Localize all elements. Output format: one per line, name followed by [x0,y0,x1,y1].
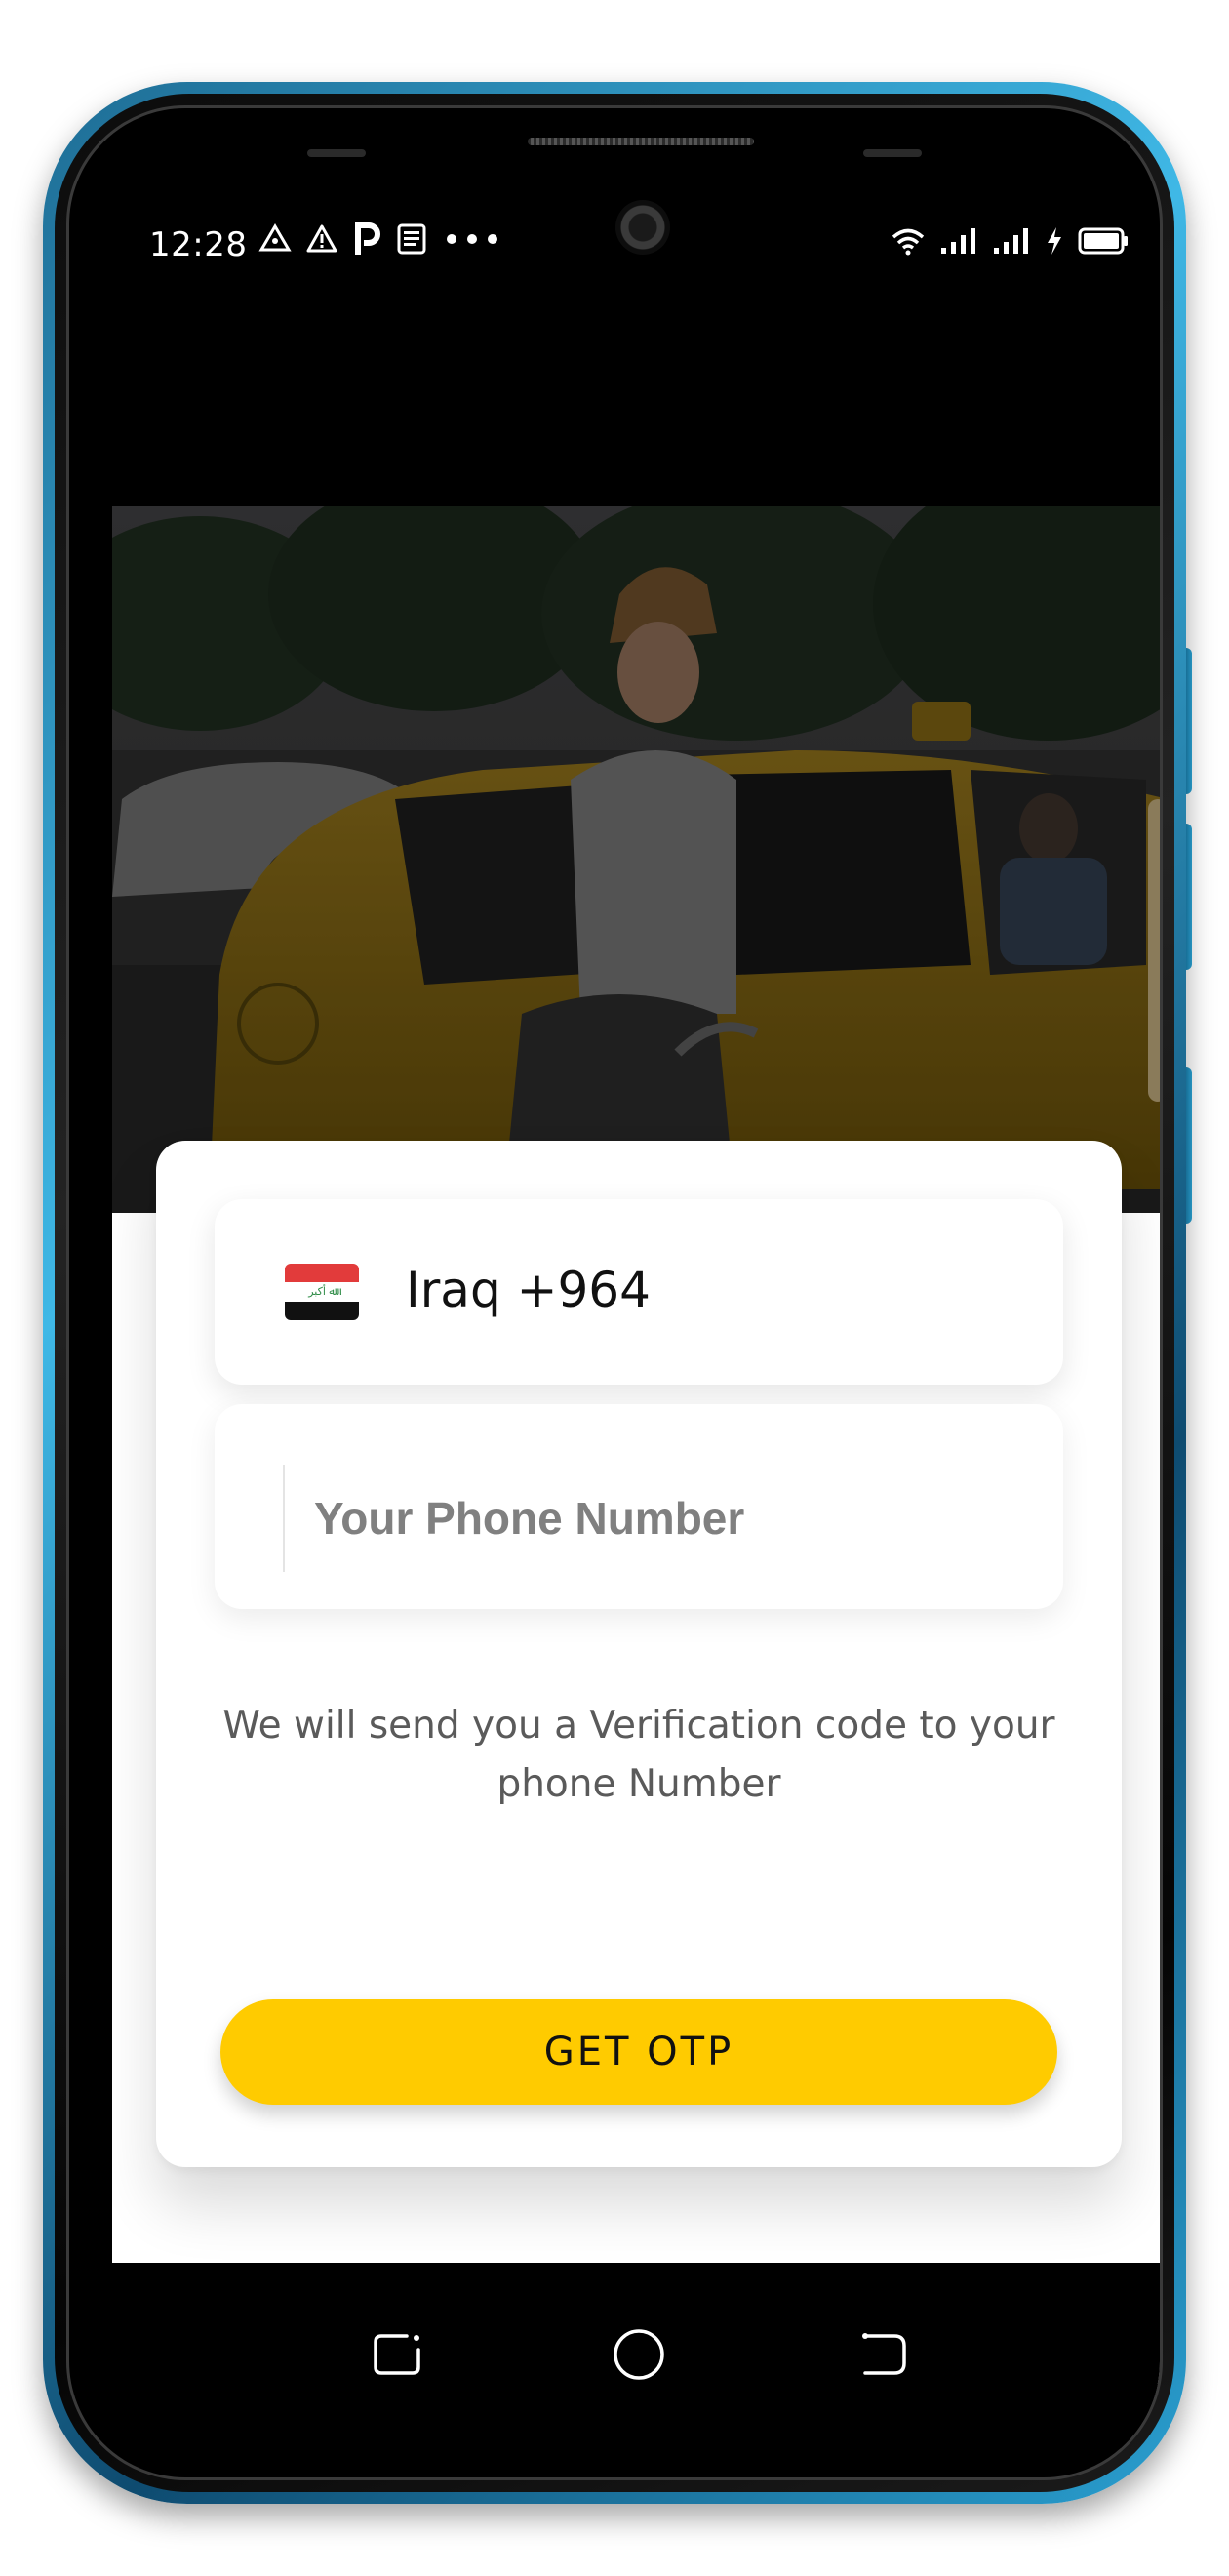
get-otp-button[interactable]: GET OTP [220,1999,1057,2105]
status-time: 12:28 [149,225,248,264]
country-code-label: Iraq +964 [406,1262,651,1318]
verification-info-text: We will send you a Verification code to … [222,1704,1055,1806]
hero-image [112,506,1160,1213]
signal-icon [992,226,1031,256]
phone-number-field [215,1404,1063,1609]
phone-field-divider [283,1465,285,1572]
delta-icon [258,222,292,256]
battery-icon [1078,226,1129,256]
parking-icon [352,221,381,257]
phone-bezel: 12:28 ﷲ أكبر Iraq +964 Your Phone Number… [66,105,1163,2480]
wifi-icon [891,226,926,256]
phone-device: 12:28 ﷲ أكبر Iraq +964 Your Phone Number… [43,82,1192,2504]
recent-apps-icon[interactable] [356,2314,438,2395]
signal-icon [939,226,978,256]
warning-icon [305,222,338,256]
iraq-flag-icon: ﷲ أكبر [285,1264,359,1320]
status-icons-left [258,221,500,257]
back-icon[interactable] [842,2314,924,2395]
charging-icon [1045,225,1064,257]
country-selector[interactable]: ﷲ أكبر Iraq +964 [215,1199,1063,1385]
sensor-left [307,149,366,157]
sensor-right [863,149,922,157]
earpiece-speaker [528,138,754,145]
more-dots-icon [444,229,500,249]
phone-screen: 12:28 ﷲ أكبر Iraq +964 Your Phone Number… [112,192,1160,2448]
status-icons-right [891,225,1129,257]
front-camera-icon [615,200,670,255]
news-icon [395,221,430,257]
home-icon[interactable] [598,2314,680,2395]
navigation-bar [112,2263,1160,2448]
phone-number-input[interactable] [312,1463,1038,1574]
login-card: ﷲ أكبر Iraq +964 We will send you a Veri… [156,1141,1122,2167]
